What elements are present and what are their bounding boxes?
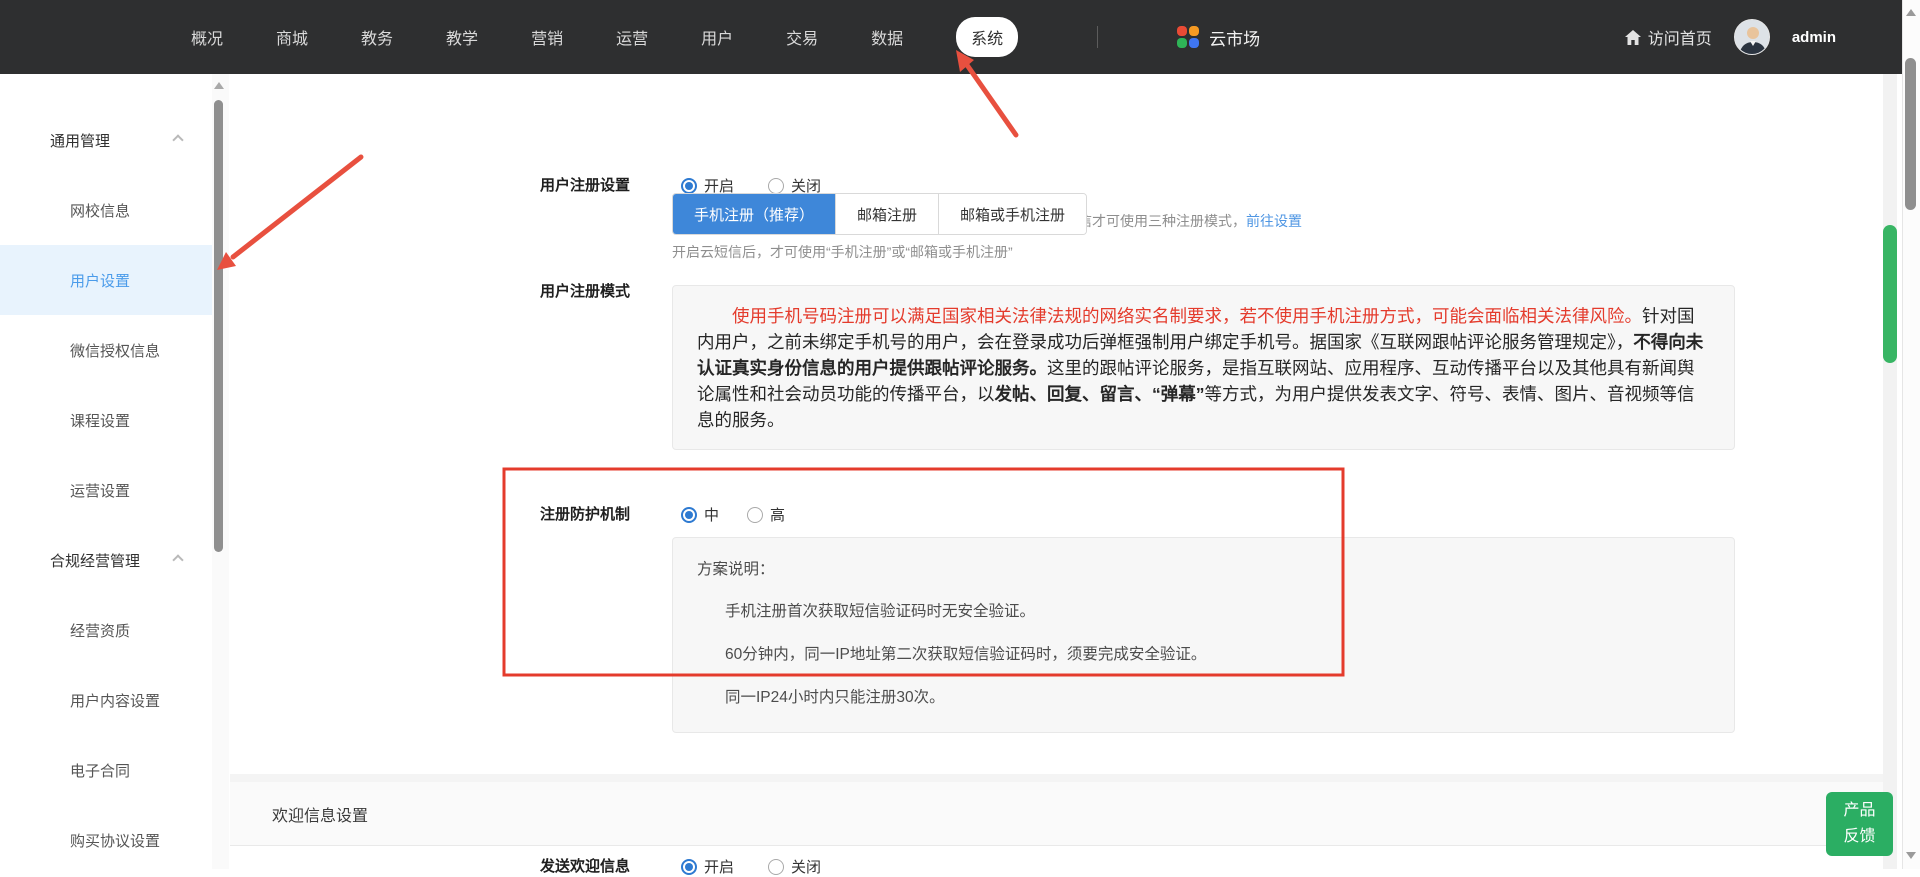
username[interactable]: admin: [1792, 29, 1836, 46]
sidebar-group-general[interactable]: 通用管理: [0, 105, 212, 175]
cloud-market-link[interactable]: 云市场: [1177, 25, 1260, 50]
sidebar-item-e-contract[interactable]: 电子合同: [0, 735, 212, 805]
radio-label: 关闭: [791, 856, 821, 877]
register-mode-button-group: 手机注册（推荐） 邮箱注册 邮箱或手机注册: [672, 193, 1087, 235]
sidebar-item-user-settings[interactable]: 用户设置: [0, 245, 212, 315]
radio-label: 高: [770, 504, 785, 525]
chevron-up-icon: [172, 554, 183, 565]
sidebar-item-purchase-agreement[interactable]: 购买协议设置: [0, 805, 212, 875]
sidebar-group-label: 通用管理: [50, 130, 110, 151]
register-mode-label: 用户注册模式: [540, 280, 630, 301]
sidebar-scrollbar-thumb[interactable]: [214, 100, 223, 552]
home-icon: [1625, 30, 1641, 45]
nav-item-system-active[interactable]: 系统: [956, 17, 1018, 57]
avatar-photo-icon: [1735, 20, 1770, 55]
plan-line: 手机注册首次获取短信验证码时无安全验证。: [697, 601, 1710, 623]
nav-item-marketing[interactable]: 营销: [531, 25, 563, 49]
nav-item-trade[interactable]: 交易: [786, 25, 818, 49]
radio-welcome-on[interactable]: 开启: [681, 856, 734, 877]
scroll-up-arrow-icon[interactable]: [1906, 9, 1916, 16]
browser-scrollbar-thumb[interactable]: [1905, 58, 1916, 210]
send-welcome-radio-group: 开启 关闭: [681, 856, 821, 877]
radio-protection-medium[interactable]: 中: [681, 504, 719, 525]
chevron-up-icon: [172, 134, 183, 145]
sidebar-scroll-up-arrow-icon[interactable]: [214, 82, 224, 89]
mode-button-email[interactable]: 邮箱注册: [836, 194, 939, 234]
feedback-line2: 反馈: [1826, 824, 1893, 850]
sidebar-group-compliance[interactable]: 合规经营管理: [0, 525, 212, 595]
radio-welcome-off[interactable]: 关闭: [768, 856, 821, 877]
scroll-down-arrow-icon[interactable]: [1906, 852, 1916, 859]
sidebar-item-wechat-auth[interactable]: 微信授权信息: [0, 315, 212, 385]
visit-home-label: 访问首页: [1648, 25, 1712, 49]
notice-bold-text: 发帖、回复、留言、“弹幕”: [995, 384, 1205, 404]
nav-divider: [1097, 26, 1098, 48]
register-mode-helper: 开启云短信后，才可使用“手机注册”或“邮箱或手机注册”: [672, 242, 1013, 262]
radio-checked-icon[interactable]: [681, 859, 697, 875]
welcome-section-title: 欢迎信息设置: [272, 802, 368, 826]
nav-item-operation[interactable]: 运营: [616, 25, 648, 49]
sidebar-item-user-content[interactable]: 用户内容设置: [0, 665, 212, 735]
content-scrollbar-track[interactable]: [1883, 74, 1897, 869]
top-nav: 概况 商城 教务 教学 营销 运营 用户 交易 数据 系统 云市场 访问首页: [0, 0, 1902, 74]
radio-checked-icon[interactable]: [681, 507, 697, 523]
nav-item-overview[interactable]: 概况: [191, 25, 223, 49]
protection-radio-group: 中 高: [681, 504, 785, 525]
protection-plan-box: 方案说明： 手机注册首次获取短信验证码时无安全验证。 60分钟内，同一IP地址第…: [672, 537, 1735, 733]
section-divider: [230, 774, 1883, 782]
sidebar-group-label: 合规经营管理: [50, 550, 140, 571]
radio-unchecked-icon[interactable]: [768, 178, 784, 194]
cloud-market-label: 云市场: [1209, 25, 1260, 50]
sidebar-item-operation-settings[interactable]: 运营设置: [0, 455, 212, 525]
radio-checked-icon[interactable]: [681, 178, 697, 194]
mode-button-phone[interactable]: 手机注册（推荐）: [673, 194, 836, 234]
sidebar-item-school-info[interactable]: 网校信息: [0, 175, 212, 245]
radio-label: 中: [704, 504, 719, 525]
content-scrollbar-thumb[interactable]: [1883, 225, 1897, 363]
radio-unchecked-icon[interactable]: [768, 859, 784, 875]
go-to-settings-link[interactable]: 前往设置: [1246, 213, 1302, 229]
cloud-market-logo-icon: [1177, 26, 1199, 48]
visit-home-link[interactable]: 访问首页: [1625, 25, 1712, 49]
notice-red-text: 使用手机号码注册可以满足国家相关法律法规的网络实名制要求，若不使用手机注册方式，…: [732, 306, 1642, 326]
legal-notice-box: 使用手机号码注册可以满足国家相关法律法规的网络实名制要求，若不使用手机注册方式，…: [672, 285, 1735, 450]
radio-label: 开启: [704, 856, 734, 877]
register-setting-label: 用户注册设置: [540, 174, 630, 195]
nav-item-academic[interactable]: 教务: [361, 25, 393, 49]
avatar[interactable]: [1734, 19, 1770, 55]
plan-line: 同一IP24小时内只能注册30次。: [697, 687, 1710, 709]
nav-item-users[interactable]: 用户: [701, 25, 733, 49]
sidebar-item-business-qualification[interactable]: 经营资质: [0, 595, 212, 665]
product-feedback-button[interactable]: 产品 反馈: [1826, 792, 1893, 856]
nav-item-teaching[interactable]: 教学: [446, 25, 478, 49]
nav-item-mall[interactable]: 商城: [276, 25, 308, 49]
sidebar-item-course-settings[interactable]: 课程设置: [0, 385, 212, 455]
nav-item-data[interactable]: 数据: [871, 25, 903, 49]
radio-protection-high[interactable]: 高: [747, 504, 785, 525]
feedback-line1: 产品: [1826, 798, 1893, 824]
radio-unchecked-icon[interactable]: [747, 507, 763, 523]
sidebar: 通用管理 网校信息 用户设置 微信授权信息 课程设置 运营设置 合规经营管理 经…: [0, 74, 230, 869]
welcome-section-header: 欢迎信息设置: [230, 782, 1883, 846]
plan-line: 60分钟内，同一IP地址第二次获取短信验证码时，须要完成安全验证。: [697, 644, 1710, 666]
protection-label: 注册防护机制: [540, 503, 630, 524]
nav-items: 概况 商城 教务 教学 营销 运营 用户 交易 数据 系统 云市场: [191, 17, 1260, 57]
plan-title: 方案说明：: [697, 559, 1710, 581]
send-welcome-label: 发送欢迎信息: [540, 855, 630, 876]
main-content: 用户注册设置 开启 关闭 根据国家法律规定需收集用户手机号满足实名制要求，需开启…: [230, 74, 1883, 869]
mode-button-email-or-phone[interactable]: 邮箱或手机注册: [939, 194, 1086, 234]
nav-right: 访问首页 admin: [1625, 0, 1836, 74]
sidebar-menu: 通用管理 网校信息 用户设置 微信授权信息 课程设置 运营设置 合规经营管理 经…: [0, 105, 212, 875]
